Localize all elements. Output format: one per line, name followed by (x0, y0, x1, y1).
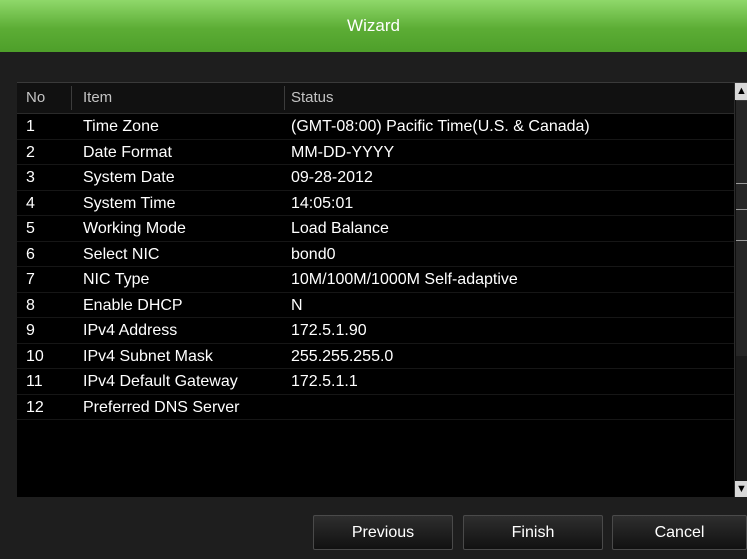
row-item: NIC Type (83, 271, 150, 288)
row-item: System Date (83, 169, 175, 186)
table-row[interactable]: 11 IPv4 Default Gateway 172.5.1.1 (17, 369, 734, 395)
row-status: 10M/100M/1000M Self-adaptive (291, 271, 518, 288)
column-divider[interactable] (71, 86, 72, 110)
row-number: 6 (26, 245, 35, 263)
row-number: 12 (26, 398, 44, 416)
row-number: 2 (26, 143, 35, 161)
row-item: IPv4 Address (83, 322, 178, 339)
table-row[interactable]: 1 Time Zone (GMT-08:00) Pacific Time(U.S… (17, 114, 734, 140)
table-row[interactable]: 4 System Time 14:05:01 (17, 191, 734, 216)
row-number: 4 (26, 194, 35, 212)
row-status: 09-28-2012 (291, 169, 373, 186)
table-row[interactable]: 12 Preferred DNS Server (17, 395, 734, 420)
button-bar: Previous Finish Cancel (0, 497, 747, 559)
table-row[interactable]: 10 IPv4 Subnet Mask 255.255.255.0 (17, 344, 734, 369)
row-item: IPv4 Default Gateway (83, 373, 238, 390)
column-header-status[interactable]: Status (291, 83, 334, 113)
table-row[interactable]: 9 IPv4 Address 172.5.1.90 (17, 318, 734, 344)
row-status: MM-DD-YYYY (291, 143, 395, 161)
row-number: 1 (26, 118, 35, 135)
title-bar: Wizard (0, 0, 747, 52)
row-number: 9 (26, 322, 35, 339)
vertical-scrollbar[interactable]: ▲ ▼ (734, 83, 747, 498)
table-body: 1 Time Zone (GMT-08:00) Pacific Time(U.S… (17, 114, 734, 420)
row-status: (GMT-08:00) Pacific Time(U.S. & Canada) (291, 118, 590, 135)
row-status: N (291, 296, 303, 314)
column-header-no[interactable]: No (26, 83, 45, 113)
scroll-thumb[interactable] (736, 100, 747, 356)
chevron-down-icon[interactable]: ▼ (735, 481, 747, 498)
row-item: Time Zone (83, 118, 159, 135)
scroll-tick (736, 240, 747, 241)
chevron-up-icon[interactable]: ▲ (735, 83, 747, 100)
row-status: 14:05:01 (291, 194, 354, 212)
row-status: Load Balance (291, 220, 389, 237)
row-item: Preferred DNS Server (83, 398, 240, 416)
scroll-tick (736, 183, 747, 184)
scroll-track[interactable] (736, 100, 747, 481)
table-row[interactable]: 6 Select NIC bond0 (17, 242, 734, 267)
row-status: 255.255.255.0 (291, 347, 394, 365)
wizard-summary-table: No Item Status 1 Time Zone (GMT-08:00) P… (17, 82, 747, 498)
window-title: Wizard (347, 16, 400, 35)
row-number: 3 (26, 169, 35, 186)
row-item: IPv4 Subnet Mask (83, 347, 213, 365)
previous-button[interactable]: Previous (313, 515, 453, 550)
row-number: 11 (26, 373, 43, 390)
row-number: 5 (26, 220, 35, 237)
row-item: Date Format (83, 143, 172, 161)
row-status: 172.5.1.1 (291, 373, 358, 390)
row-status: bond0 (291, 245, 336, 263)
column-header-item[interactable]: Item (83, 83, 112, 113)
column-divider[interactable] (284, 86, 285, 110)
table-row[interactable]: 7 NIC Type 10M/100M/1000M Self-adaptive (17, 267, 734, 293)
table-header: No Item Status (17, 83, 734, 114)
row-number: 8 (26, 296, 35, 314)
row-number: 10 (26, 347, 44, 365)
table-row[interactable]: 8 Enable DHCP N (17, 293, 734, 318)
cancel-button[interactable]: Cancel (612, 515, 747, 550)
row-item: System Time (83, 194, 176, 212)
table-row[interactable]: 5 Working Mode Load Balance (17, 216, 734, 242)
row-item: Working Mode (83, 220, 186, 237)
table-row[interactable]: 3 System Date 09-28-2012 (17, 165, 734, 191)
finish-button[interactable]: Finish (463, 515, 603, 550)
row-item: Enable DHCP (83, 296, 183, 314)
scroll-tick (736, 209, 747, 210)
table-row[interactable]: 2 Date Format MM-DD-YYYY (17, 140, 734, 165)
row-status: 172.5.1.90 (291, 322, 367, 339)
row-item: Select NIC (83, 245, 160, 263)
row-number: 7 (26, 271, 35, 288)
